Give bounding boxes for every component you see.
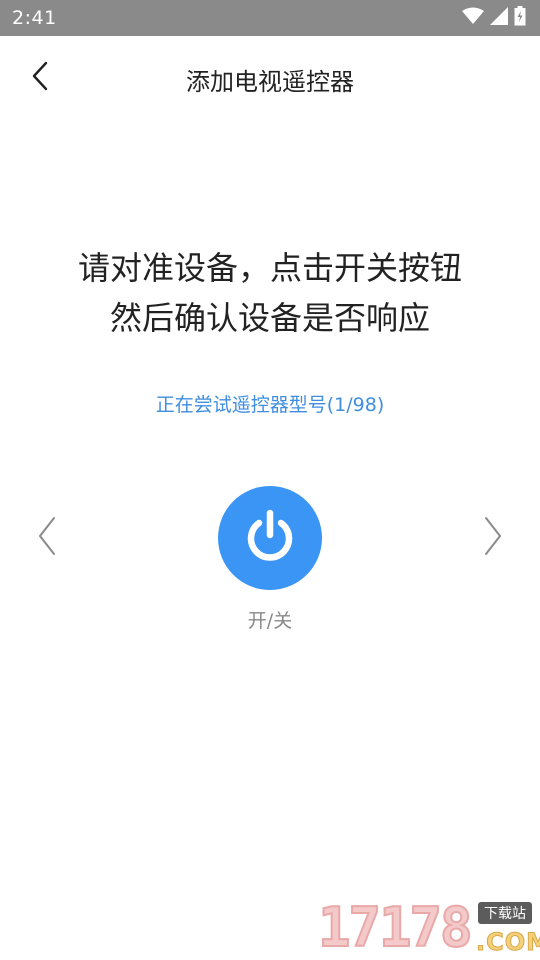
page-title: 添加电视遥控器 — [186, 68, 354, 96]
instruction-line-2: 然后确认设备是否响应 — [109, 299, 430, 337]
watermark-digits: 17178 — [317, 896, 474, 959]
signal-icon — [490, 7, 508, 29]
next-model-button[interactable] — [478, 516, 508, 560]
chevron-right-icon — [482, 516, 504, 560]
watermark-logo: 17178 下载站 .COM — [317, 896, 540, 960]
power-button[interactable] — [218, 486, 322, 590]
status-icons — [462, 6, 526, 30]
model-status-text: 正在尝试遥控器型号(1/98) — [155, 394, 385, 416]
watermark-domain: .COM — [475, 928, 540, 957]
status-bar: 2:41 — [0, 0, 540, 36]
chevron-left-icon — [36, 516, 58, 560]
wifi-icon — [462, 7, 484, 29]
previous-model-button[interactable] — [32, 516, 62, 560]
watermark-tag: 下载站 — [478, 902, 532, 924]
instruction-line-1: 请对准设备，点击开关按钮 — [77, 249, 462, 287]
power-icon — [241, 507, 299, 569]
battery-icon — [514, 6, 526, 30]
status-time: 2:41 — [12, 7, 57, 29]
header: 添加电视遥控器 — [0, 36, 540, 120]
power-button-label: 开/关 — [247, 610, 293, 632]
